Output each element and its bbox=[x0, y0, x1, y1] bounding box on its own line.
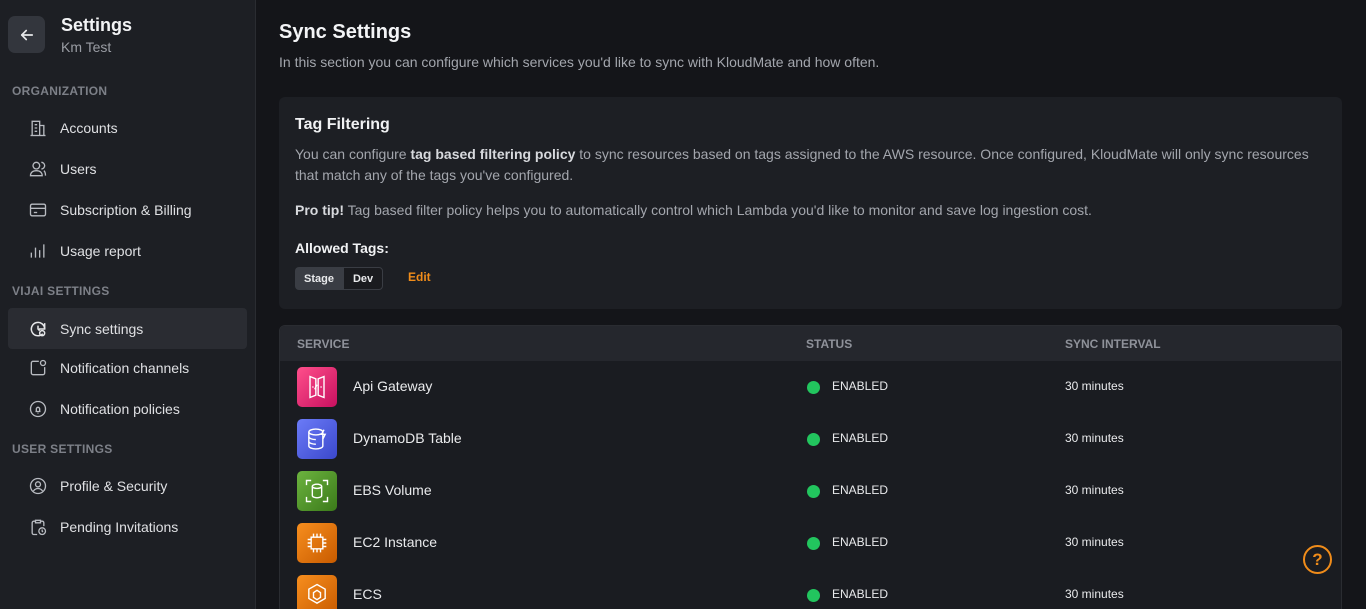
status-dot bbox=[807, 433, 820, 446]
status-text: ENABLED bbox=[832, 535, 889, 549]
table-header: SERVICE STATUS SYNC INTERVAL bbox=[280, 326, 1341, 361]
page-title: Sync Settings bbox=[279, 21, 412, 43]
sidebar-header: Settings Km Test bbox=[8, 15, 133, 55]
sidebar-item-label: Pending Invitations bbox=[60, 518, 179, 535]
column-header-status: STATUS bbox=[806, 337, 853, 351]
status-dot bbox=[807, 381, 820, 394]
sidebar-item-label: Profile & Security bbox=[60, 477, 168, 494]
sidebar-item-label: Subscription & Billing bbox=[60, 201, 192, 218]
section-vijai-settings: VIJAI SETTINGS bbox=[12, 284, 110, 298]
status-text: ENABLED bbox=[832, 483, 889, 497]
table-row[interactable]: Api Gateway ENABLED 30 minutes bbox=[280, 361, 1341, 413]
arrow-left-icon bbox=[20, 29, 33, 40]
bell-icon bbox=[28, 399, 48, 419]
table-row[interactable]: DynamoDB Table ENABLED 30 minutes bbox=[280, 413, 1341, 465]
ecs-icon bbox=[297, 575, 337, 609]
help-button[interactable]: ? bbox=[1303, 545, 1332, 574]
status-text: ENABLED bbox=[832, 379, 889, 393]
sidebar-item-accounts[interactable]: Accounts bbox=[8, 107, 247, 148]
notification-channel-icon bbox=[28, 358, 48, 378]
sidebar-item-notification-policies[interactable]: Notification policies bbox=[8, 388, 247, 429]
tag-filtering-description: You can configure tag based filtering po… bbox=[295, 146, 1309, 183]
sidebar-item-profile-security[interactable]: Profile & Security bbox=[8, 465, 247, 506]
table-row[interactable]: ECS ENABLED 30 minutes bbox=[280, 569, 1341, 609]
ebs-volume-icon bbox=[297, 471, 337, 511]
sidebar-item-sync-settings[interactable]: Sync settings bbox=[8, 308, 247, 349]
credit-card-icon bbox=[28, 200, 48, 220]
column-header-sync-interval: SYNC INTERVAL bbox=[1065, 337, 1161, 351]
api-gateway-icon bbox=[297, 367, 337, 407]
page-description: In this section you can configure which … bbox=[279, 54, 880, 70]
service-name: EC2 Instance bbox=[353, 534, 438, 550]
sync-interval: 30 minutes bbox=[1065, 535, 1124, 549]
section-user-settings: USER SETTINGS bbox=[12, 442, 113, 456]
sidebar-item-subscription-billing[interactable]: Subscription & Billing bbox=[8, 189, 247, 230]
services-table: SERVICE STATUS SYNC INTERVAL Api Gateway… bbox=[279, 325, 1342, 609]
back-button[interactable] bbox=[8, 16, 45, 53]
table-row[interactable]: EBS Volume ENABLED 30 minutes bbox=[280, 465, 1341, 517]
status-dot bbox=[807, 485, 820, 498]
users-icon bbox=[28, 159, 48, 179]
tag-filtering-card: Tag Filtering You can configure tag base… bbox=[279, 97, 1342, 309]
bar-chart-icon bbox=[28, 241, 48, 261]
sidebar: Settings Km Test ORGANIZATION Accounts U… bbox=[0, 0, 256, 609]
question-mark-icon: ? bbox=[1312, 549, 1323, 569]
sidebar-item-label: Accounts bbox=[60, 119, 118, 136]
sidebar-item-usage-report[interactable]: Usage report bbox=[8, 230, 247, 271]
service-name: Api Gateway bbox=[353, 378, 433, 394]
sync-interval: 30 minutes bbox=[1065, 379, 1124, 393]
sidebar-item-label: Notification channels bbox=[60, 359, 190, 376]
status-text: ENABLED bbox=[832, 587, 889, 601]
sync-interval: 30 minutes bbox=[1065, 483, 1124, 497]
tag-filtering-title: Tag Filtering bbox=[295, 116, 390, 133]
clipboard-clock-icon bbox=[28, 517, 48, 537]
main-content: Sync Settings In this section you can co… bbox=[256, 0, 1366, 609]
pro-tip: Pro tip! Tag based filter policy helps y… bbox=[295, 202, 1092, 218]
user-circle-icon bbox=[28, 476, 48, 496]
allowed-tags-label: Allowed Tags: bbox=[295, 240, 389, 256]
sync-settings-icon bbox=[28, 319, 48, 339]
building-icon bbox=[28, 118, 48, 138]
tag-chip: Stage bbox=[295, 267, 343, 290]
allowed-tags: Stage Dev bbox=[295, 267, 384, 290]
ec2-instance-icon bbox=[297, 523, 337, 563]
sidebar-item-pending-invitations[interactable]: Pending Invitations bbox=[8, 506, 247, 547]
edit-tags-button[interactable]: Edit bbox=[408, 270, 431, 284]
sidebar-item-label: Sync settings bbox=[60, 320, 144, 337]
status-dot bbox=[807, 589, 820, 602]
sync-interval: 30 minutes bbox=[1065, 431, 1124, 445]
status-dot bbox=[807, 537, 820, 550]
sidebar-item-label: Usage report bbox=[60, 242, 141, 259]
tag-chip: Dev bbox=[342, 267, 384, 290]
service-name: ECS bbox=[353, 586, 382, 602]
dynamodb-icon bbox=[297, 419, 337, 459]
table-row[interactable]: EC2 Instance ENABLED 30 minutes bbox=[280, 517, 1341, 569]
sidebar-item-label: Notification policies bbox=[60, 400, 180, 417]
sidebar-item-label: Users bbox=[60, 160, 97, 177]
status-text: ENABLED bbox=[832, 431, 889, 445]
service-name: DynamoDB Table bbox=[353, 430, 462, 446]
sidebar-item-notification-channels[interactable]: Notification channels bbox=[8, 347, 247, 388]
organization-name: Km Test bbox=[61, 39, 112, 55]
sync-interval: 30 minutes bbox=[1065, 587, 1124, 601]
service-name: EBS Volume bbox=[353, 482, 432, 498]
column-header-service: SERVICE bbox=[297, 337, 350, 351]
sidebar-title: Settings bbox=[61, 15, 133, 35]
sidebar-item-users[interactable]: Users bbox=[8, 148, 247, 189]
section-organization: ORGANIZATION bbox=[12, 84, 108, 98]
